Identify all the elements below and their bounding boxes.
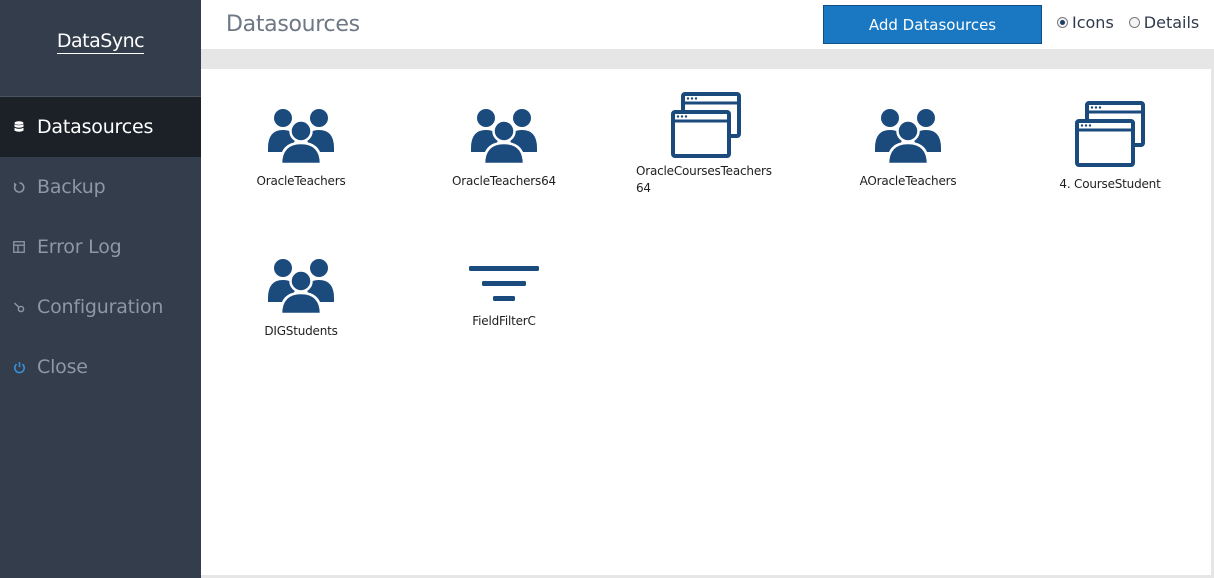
datasource-name: AOracleTeachers [859, 174, 957, 188]
header-divider-band [201, 49, 1214, 69]
users-icon [266, 106, 336, 166]
datasource-name: FieldFilterC [472, 314, 536, 328]
windows-icon [1074, 101, 1146, 169]
icons-radio[interactable] [1057, 17, 1068, 28]
windows-icon [670, 92, 742, 160]
table-icon [12, 240, 26, 254]
sidebar-item-label: Error Log [37, 236, 122, 258]
sidebar-item-label: Configuration [37, 296, 164, 318]
page-title: Datasources [226, 12, 360, 37]
app-logo: DataSync [0, 0, 201, 97]
datasource-name: OracleTeachers64 [452, 174, 556, 188]
details-radio-label: Details [1143, 13, 1200, 32]
sidebar-item-configuration[interactable]: Configuration [0, 277, 201, 337]
database-icon [12, 120, 26, 134]
users-icon [469, 106, 539, 166]
add-datasources-button[interactable]: Add Datasources [823, 5, 1042, 44]
datasource-name: 4. CourseStudent [1059, 177, 1161, 191]
datasource-tile[interactable]: OracleCoursesTeachers64 [616, 92, 796, 197]
sidebar-item-error-log[interactable]: Error Log [0, 217, 201, 277]
datasource-tile[interactable]: AOracleTeachers [818, 106, 998, 188]
datasource-name: OracleTeachers [256, 174, 346, 188]
datasource-tile[interactable]: 4. CourseStudent [1020, 101, 1200, 191]
datasource-tile[interactable]: OracleTeachers64 [414, 106, 594, 188]
sidebar-item-label: Close [37, 356, 88, 378]
power-icon [12, 360, 26, 374]
datasource-tile[interactable]: OracleTeachers [211, 106, 391, 188]
datasource-tile[interactable]: DIGStudents [211, 256, 391, 338]
backup-icon [12, 180, 26, 194]
datasource-name: OracleCoursesTeachers64 [636, 164, 772, 195]
datasource-tile[interactable]: FieldFilterC [414, 264, 594, 328]
sidebar-item-close[interactable]: Close [0, 337, 201, 397]
logo-text: DataSync [56, 30, 145, 54]
filter-icon [468, 264, 540, 306]
view-toggle: Icons Details [1057, 13, 1214, 32]
users-icon [266, 256, 336, 316]
view-option-icons[interactable]: Icons [1057, 13, 1114, 32]
wrench-icon [12, 300, 26, 314]
sidebar-item-datasources[interactable]: Datasources [0, 97, 201, 157]
sidebar-item-label: Datasources [37, 116, 154, 138]
sidebar-item-backup[interactable]: Backup [0, 157, 201, 217]
sidebar-item-label: Backup [37, 176, 106, 198]
users-icon [873, 106, 943, 166]
sidebar: DataSync Datasources Backup Error Log Co… [0, 0, 201, 578]
sidebar-nav: Datasources Backup Error Log Configurati… [0, 97, 201, 397]
details-radio[interactable] [1128, 17, 1140, 28]
datasource-name: DIGStudents [264, 324, 338, 338]
view-option-details[interactable]: Details [1128, 13, 1200, 32]
icons-radio-label: Icons [1072, 13, 1114, 32]
